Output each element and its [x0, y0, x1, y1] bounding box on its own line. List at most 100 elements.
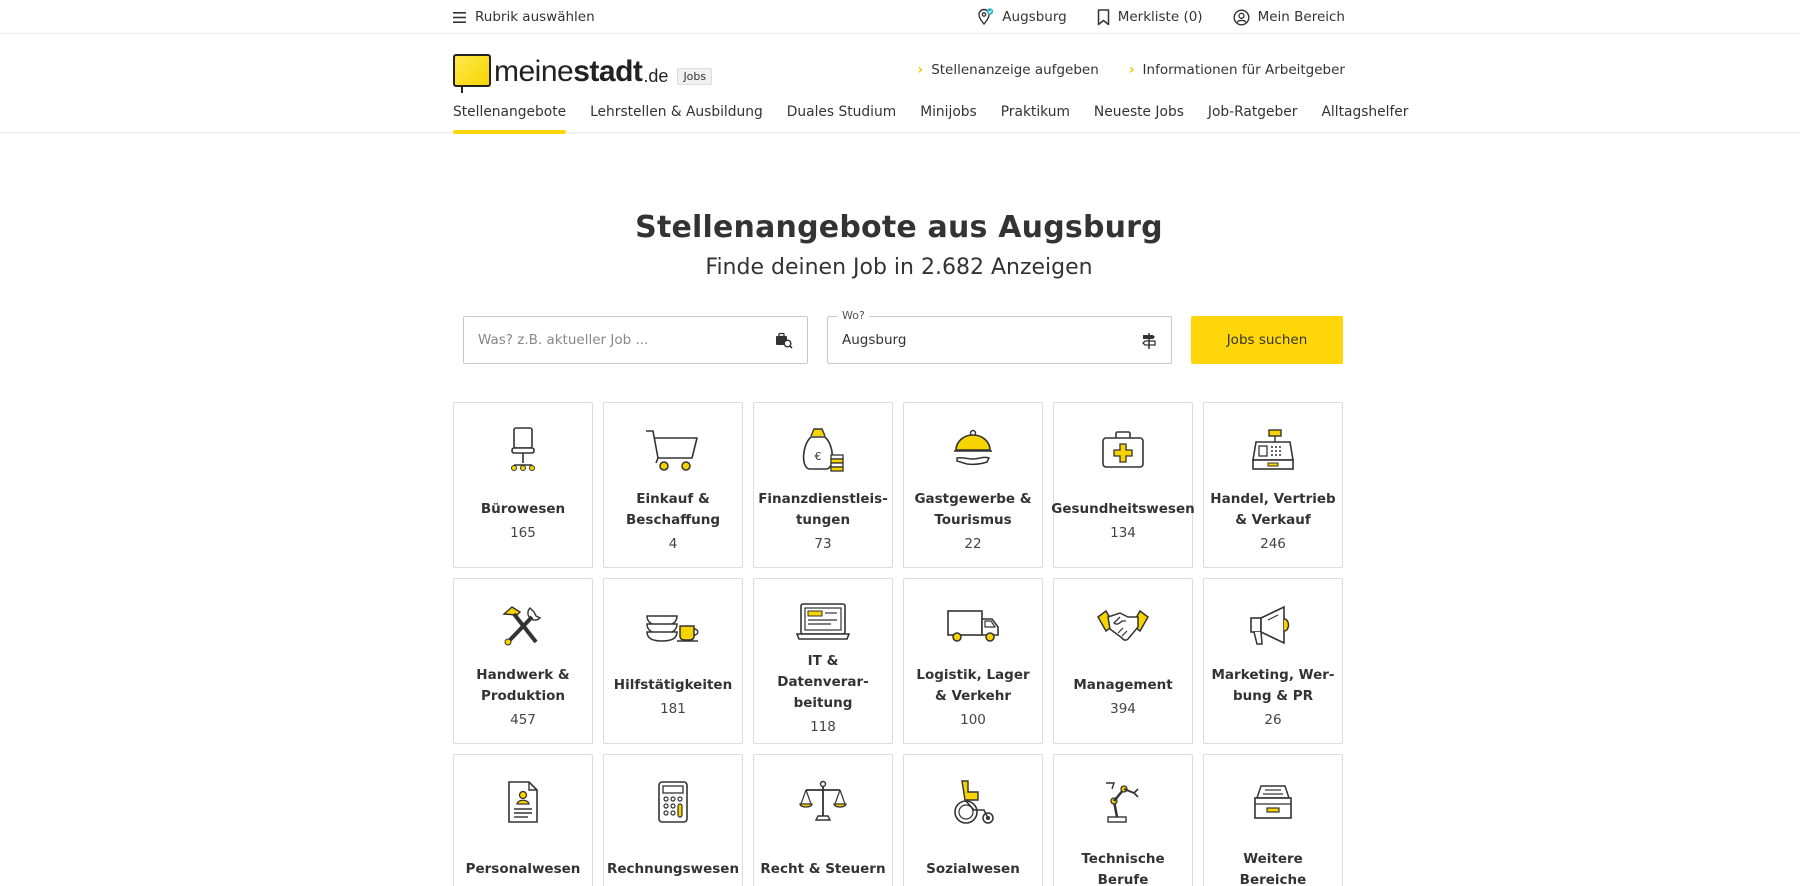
search-jobs-button[interactable]: Jobs suchen — [1191, 316, 1343, 364]
category-name: Sozialwesen — [926, 861, 1020, 877]
money-bag-icon: € — [793, 425, 853, 475]
category-card[interactable]: Bürowesen 165 — [453, 402, 593, 568]
site-logo[interactable]: meinestadt .de Jobs — [453, 54, 713, 93]
category-name: Bürowesen — [480, 501, 566, 517]
what-field[interactable] — [463, 316, 808, 364]
robot-arm-icon — [1093, 777, 1153, 827]
what-input[interactable] — [478, 332, 758, 348]
category-card[interactable]: Hilfstätigkeiten 181 — [603, 578, 743, 744]
wishlist-label: Merkliste (0) — [1117, 9, 1203, 25]
category-card[interactable]: Logistik, Lager & Verkehr 100 — [903, 578, 1043, 744]
chevron-right-icon: › — [917, 62, 924, 78]
category-card[interactable]: Rechnungswesen — [603, 754, 743, 886]
briefcase-search-icon — [775, 332, 793, 353]
cash-register-icon — [1243, 425, 1303, 475]
category-count: 457 — [510, 711, 536, 728]
nav-alltagshelfer[interactable]: Alltagshelfer — [1321, 104, 1408, 134]
rubric-label: Rubrik auswählen — [475, 9, 595, 25]
account-link[interactable]: Mein Bereich — [1233, 8, 1345, 26]
truck-icon — [943, 601, 1003, 651]
category-card[interactable]: € Finanzdienstleis­tungen 73 — [753, 402, 893, 568]
nav-duales-studium[interactable]: Duales Studium — [787, 104, 896, 134]
nav-stellenangebote[interactable]: Stellenangebote — [453, 104, 567, 134]
category-count: 246 — [1260, 535, 1286, 552]
nav-minijobs[interactable]: Minijobs — [920, 104, 977, 134]
handshake-icon — [1093, 601, 1153, 651]
logo-sign-icon — [453, 54, 491, 93]
category-card[interactable]: Weitere Bereiche — [1203, 754, 1343, 886]
category-count: 165 — [510, 525, 536, 541]
resume-icon — [493, 777, 553, 827]
category-card[interactable]: Personalwesen — [453, 754, 593, 886]
logo-part2: stadt — [573, 55, 643, 88]
wishlist-link[interactable]: Merkliste (0) — [1097, 8, 1203, 26]
location-selector[interactable]: Augsburg — [977, 8, 1067, 26]
nav-praktikum[interactable]: Praktikum — [1001, 104, 1070, 134]
category-card[interactable]: Technische Berufe — [1053, 754, 1193, 886]
category-card[interactable]: IT & Datenverar­beitung 118 — [753, 578, 893, 744]
category-name: Finanzdienstleis­tungen — [758, 490, 888, 528]
category-card[interactable]: Einkauf & Beschaf­fung 4 — [603, 402, 743, 568]
user-circle-icon — [1233, 8, 1250, 26]
office-chair-icon — [493, 425, 553, 475]
category-name: Handwerk & Pro­duktion — [476, 666, 570, 704]
employer-info-link[interactable]: › Informationen für Arbeitgeber — [1129, 62, 1345, 78]
category-count: 22 — [964, 535, 982, 552]
category-name: Handel, Vertrieb & Verkauf — [1210, 490, 1336, 528]
location-label: Augsburg — [1002, 9, 1067, 25]
page-subtitle: Finde deinen Job in 2.682 Anzeigen — [705, 255, 1093, 280]
calculator-icon — [643, 777, 703, 827]
category-name: Logistik, Lager & Verkehr — [916, 666, 1030, 704]
category-name: Gastgewerbe & Tourismus — [914, 490, 1032, 528]
where-field[interactable]: Wo? — [827, 309, 1172, 364]
site-header: meinestadt .de Jobs › Stellenanzeige auf… — [0, 34, 1800, 134]
category-name: Weitere Bereiche — [1239, 850, 1307, 886]
dishes-icon — [643, 601, 703, 651]
laptop-icon — [793, 601, 853, 643]
scales-icon — [793, 777, 853, 827]
category-name: Rechnungswesen — [606, 861, 740, 877]
category-name: Personalwesen — [465, 861, 581, 877]
where-label: Wo? — [838, 309, 869, 322]
nav-lehrstellen[interactable]: Lehrstellen & Ausbildung — [590, 104, 763, 134]
category-card[interactable]: Recht & Steuern — [753, 754, 893, 886]
main-content: Stellenangebote aus Augsburg Finde deine… — [453, 210, 1345, 886]
logo-badge: Jobs — [677, 68, 713, 85]
category-card[interactable]: Handwerk & Pro­duktion 457 — [453, 578, 593, 744]
location-pin-icon — [977, 8, 994, 26]
nav-job-ratgeber[interactable]: Job-Ratgeber — [1208, 104, 1298, 134]
post-job-ad-label: Stellenanzeige aufgeben — [931, 62, 1099, 78]
category-name: Gesundheitswesen — [1051, 501, 1195, 517]
employer-info-label: Informationen für Arbeitgeber — [1142, 62, 1345, 78]
chevron-right-icon: › — [1128, 62, 1135, 78]
category-card[interactable]: Sozialwesen — [903, 754, 1043, 886]
category-name: Technische Berufe — [1081, 850, 1165, 886]
category-card[interactable]: Marketing, Wer­bung & PR 26 — [1203, 578, 1343, 744]
shopping-cart-icon — [643, 425, 703, 475]
category-count: 73 — [814, 535, 832, 552]
category-card[interactable]: Handel, Vertrieb & Verkauf 246 — [1203, 402, 1343, 568]
category-card[interactable]: Gastgewerbe & Tourismus 22 — [903, 402, 1043, 568]
top-bar: Rubrik auswählen Augsburg Merkliste (0) … — [0, 0, 1800, 34]
rubric-select[interactable]: Rubrik auswählen — [453, 9, 595, 25]
category-card[interactable]: Management 394 — [1053, 578, 1193, 744]
wheelchair-icon — [943, 777, 1003, 827]
category-count: 181 — [660, 701, 686, 717]
category-name: Hilfstätigkeiten — [613, 677, 733, 693]
category-grid: Bürowesen 165 Einkauf & Beschaf­fung 4 €… — [453, 402, 1345, 886]
first-aid-kit-icon — [1093, 425, 1153, 475]
inbox-tray-icon — [1243, 777, 1303, 827]
category-count: 118 — [810, 719, 836, 735]
category-count: 100 — [960, 711, 986, 728]
logo-tld: .de — [643, 66, 669, 86]
category-name: Recht & Steuern — [760, 861, 886, 877]
job-search-form: Wo? Jobs suchen — [453, 309, 1345, 364]
category-card[interactable]: Gesundheitswesen 134 — [1051, 402, 1195, 568]
cloche-icon — [943, 425, 1003, 475]
post-job-ad-link[interactable]: › Stellenanzeige aufgeben — [917, 62, 1098, 78]
category-count: 26 — [1264, 711, 1282, 728]
nav-neueste-jobs[interactable]: Neueste Jobs — [1094, 104, 1184, 134]
svg-text:€: € — [815, 450, 822, 463]
page-title: Stellenangebote aus Augsburg — [635, 210, 1163, 245]
where-input[interactable] — [842, 332, 1122, 348]
